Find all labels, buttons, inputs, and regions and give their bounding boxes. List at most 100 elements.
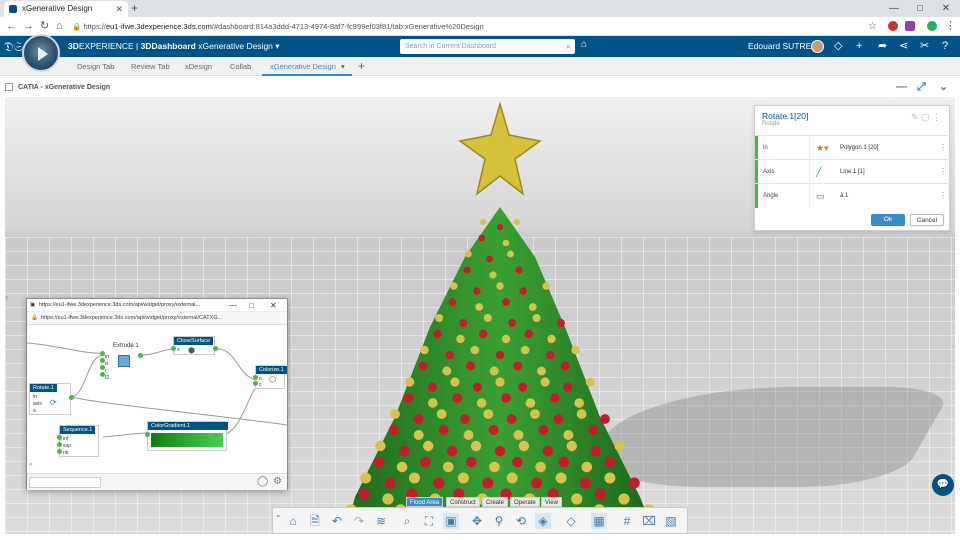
search-icon[interactable]: ⌕ bbox=[566, 39, 571, 54]
node-sequence[interactable]: Sequence.1 inf sup nb bbox=[59, 425, 99, 457]
bookmark-star-icon[interactable]: ☆ bbox=[868, 18, 877, 35]
maximize-widget-icon[interactable]: ⤢ bbox=[917, 78, 926, 97]
more-icon[interactable]: ⋮ bbox=[939, 136, 947, 160]
fit-all-icon[interactable]: ⛶ bbox=[421, 513, 437, 529]
node-search-input[interactable] bbox=[29, 477, 101, 488]
tab-collab[interactable]: Collab bbox=[230, 57, 251, 76]
tag-outline-icon[interactable]: ◇ bbox=[834, 38, 842, 55]
add-tab-button[interactable]: + bbox=[358, 57, 365, 76]
port-dot[interactable] bbox=[57, 449, 62, 454]
close-window-button[interactable]: ✕ bbox=[934, 0, 958, 17]
cancel-button[interactable]: Cancel bbox=[910, 214, 944, 226]
property-row-angle[interactable]: Angle ▭ à.1 ⋮ bbox=[755, 183, 951, 208]
port-dot[interactable] bbox=[100, 351, 105, 356]
perspective-icon[interactable]: ◇ bbox=[563, 513, 579, 529]
more-icon[interactable]: ⋮ bbox=[939, 184, 947, 208]
tab-create[interactable]: Create bbox=[482, 497, 509, 507]
panel-actions[interactable]: ✎ ▢ ⋮ bbox=[911, 112, 941, 123]
tab-operate[interactable]: Operate bbox=[510, 497, 540, 507]
feed-icon[interactable]: ≋ bbox=[373, 513, 389, 529]
tab-view[interactable]: View bbox=[541, 497, 562, 507]
help-icon[interactable]: ? bbox=[942, 38, 948, 55]
collapse-icon[interactable]: ^ bbox=[29, 463, 32, 470]
christmas-tree-model[interactable] bbox=[335, 97, 655, 534]
box-icon[interactable]: ▧ bbox=[663, 513, 679, 529]
minimize-widget-icon[interactable]: — bbox=[896, 78, 907, 97]
graph-canvas[interactable]: Extrude.1 in d r f2 CloseSurface s ⬢ Col… bbox=[27, 325, 287, 473]
tab-construct[interactable]: Construct bbox=[446, 497, 480, 507]
zoom-in-icon[interactable]: ⚲ bbox=[491, 513, 507, 529]
avatar[interactable] bbox=[811, 40, 824, 53]
port-dot[interactable] bbox=[57, 442, 62, 447]
tab-design-tab[interactable]: Design Tab bbox=[77, 57, 114, 76]
port-dot[interactable] bbox=[253, 375, 258, 380]
port-dot[interactable] bbox=[138, 353, 143, 358]
ds-logo-icon[interactable]: 𝔇𝔖 bbox=[4, 39, 23, 55]
extension-icon[interactable] bbox=[888, 21, 898, 31]
home-icon[interactable]: ⌂ bbox=[56, 18, 63, 35]
port-dot[interactable] bbox=[100, 365, 105, 370]
settings-gear-icon[interactable]: ⚙ bbox=[273, 476, 282, 487]
chevron-down-icon[interactable]: ⌄ bbox=[275, 510, 282, 519]
node-colorize[interactable]: Colorize.1 o c ⬡ bbox=[255, 365, 287, 389]
shading-icon[interactable]: ◈ bbox=[535, 513, 551, 529]
save-icon[interactable]: 🗎 bbox=[307, 513, 323, 529]
forward-arrow-icon[interactable]: → bbox=[23, 18, 34, 35]
grid-icon[interactable]: # bbox=[619, 513, 635, 529]
new-tab-button[interactable]: + bbox=[131, 0, 138, 17]
node-close-surface[interactable]: CloseSurface s ⬢ bbox=[173, 336, 215, 355]
reload-icon[interactable]: ↻ bbox=[40, 18, 49, 35]
close-window-button[interactable]: ✕ bbox=[270, 299, 277, 312]
render-icon[interactable]: ▦ bbox=[591, 513, 607, 529]
port-dot[interactable] bbox=[100, 358, 105, 363]
zoom-icon[interactable]: ⌕ bbox=[399, 513, 415, 529]
port-dot[interactable] bbox=[253, 381, 258, 386]
port-dot[interactable] bbox=[213, 346, 218, 351]
more-icon[interactable]: ⋮ bbox=[939, 160, 947, 184]
chevron-down-icon[interactable]: ⌄ bbox=[939, 78, 948, 97]
tools-icon[interactable]: ✂ bbox=[920, 38, 929, 55]
user-name[interactable]: Edouard SUTRE bbox=[748, 36, 811, 57]
port-dot[interactable] bbox=[171, 346, 176, 351]
ok-button[interactable]: Ok bbox=[871, 214, 905, 226]
tab-flood-area[interactable]: Flood Area bbox=[406, 497, 444, 507]
url-field[interactable]: 🔒 https://eu1-ifwe.3dexperience.3ds.com/… bbox=[72, 19, 872, 34]
browser-menu-icon[interactable]: ⋮ bbox=[945, 18, 956, 35]
port-dot[interactable] bbox=[145, 432, 150, 437]
port-dot[interactable] bbox=[57, 435, 62, 440]
browser-tab[interactable]: xGenerative Design ✕ bbox=[4, 1, 128, 17]
view-cube-icon[interactable]: ▣ bbox=[443, 513, 459, 529]
dashboard-name[interactable]: xGenerative Design bbox=[198, 41, 273, 51]
chevron-down-icon[interactable]: ▾ bbox=[275, 41, 279, 51]
minimize-window-button[interactable]: — bbox=[229, 299, 237, 312]
extension-icon[interactable] bbox=[905, 21, 915, 31]
side-panel-handle-icon[interactable]: › bbox=[5, 292, 8, 302]
comment-icon[interactable]: ◯ bbox=[257, 476, 268, 487]
tab-xdesign[interactable]: xDesign bbox=[185, 57, 212, 76]
chat-bubble-icon[interactable]: 💬 bbox=[932, 474, 954, 496]
port-dot[interactable] bbox=[213, 433, 218, 438]
close-tab-icon[interactable]: ✕ bbox=[115, 1, 123, 17]
node-rotate[interactable]: Rotate.1 in axis a ⟳ bbox=[29, 383, 71, 415]
property-row-in[interactable]: in ★▾ Polygon.1 [20] ⋮ bbox=[755, 135, 951, 160]
share-arrow-icon[interactable]: ➦ bbox=[878, 38, 887, 55]
redo-icon[interactable]: ↷ bbox=[351, 513, 367, 529]
search-input[interactable]: Search in Current Dashboard ⌕ bbox=[400, 39, 575, 54]
compass-icon[interactable] bbox=[22, 34, 60, 72]
add-icon[interactable]: + bbox=[856, 38, 862, 55]
profile-avatar-icon[interactable] bbox=[927, 21, 937, 31]
minimize-window-button[interactable]: — bbox=[882, 0, 906, 17]
home-view-icon[interactable]: ⌂ bbox=[285, 513, 301, 529]
tab-review-tab[interactable]: Review Tab bbox=[131, 57, 170, 76]
maximize-window-button[interactable]: □ bbox=[908, 0, 932, 17]
port-dot[interactable] bbox=[100, 372, 105, 377]
pan-icon[interactable]: ✥ bbox=[469, 513, 485, 529]
tag-icon[interactable]: ⌂ bbox=[581, 39, 587, 50]
share-icon[interactable]: ⋖ bbox=[899, 38, 908, 55]
maximize-window-button[interactable]: □ bbox=[249, 299, 254, 312]
port-dot[interactable] bbox=[69, 395, 74, 400]
undo-icon[interactable]: ↶ bbox=[329, 513, 345, 529]
rotate-view-icon[interactable]: ⟲ bbox=[513, 513, 529, 529]
node-extrude[interactable]: Extrude.1 in d r f2 bbox=[103, 343, 141, 383]
back-arrow-icon[interactable]: ← bbox=[6, 18, 17, 35]
